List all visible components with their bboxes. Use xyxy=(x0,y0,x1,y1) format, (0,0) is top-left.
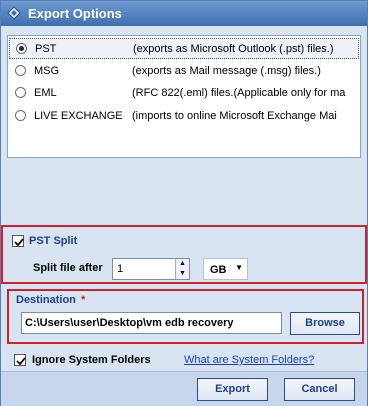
pst-split-checkbox[interactable] xyxy=(12,235,24,247)
destination-path-input[interactable]: C:\Users\user\Desktop\vm edb recovery xyxy=(21,312,282,334)
checkmark-icon xyxy=(16,357,26,366)
stepper-buttons: ▲ ▼ xyxy=(175,259,189,279)
format-option-eml[interactable]: EML (RFC 822(.eml) files.(Applicable onl… xyxy=(9,83,359,104)
radio-button[interactable] xyxy=(15,87,26,98)
format-description: (exports as Microsoft Outlook (.pst) fil… xyxy=(133,43,334,55)
ignore-system-folders-label: Ignore System Folders xyxy=(32,354,151,366)
pst-split-section: PST Split Split file after 1 ▲ ▼ GB ▼ xyxy=(1,225,367,284)
format-description: (exports as Mail message (.msg) files.) xyxy=(132,65,321,77)
format-option-live-exchange[interactable]: LIVE EXCHANGE (imports to online Microso… xyxy=(9,106,359,127)
format-description: (RFC 822(.eml) files.(Applicable only fo… xyxy=(132,87,346,99)
destination-label: Destination xyxy=(16,294,76,306)
cancel-button[interactable]: Cancel xyxy=(284,378,355,401)
format-label: MSG xyxy=(34,65,60,77)
split-size-value: 1 xyxy=(117,263,124,275)
split-size-stepper[interactable]: 1 ▲ ▼ xyxy=(112,258,190,280)
destination-section: Destination * C:\Users\user\Desktop\vm e… xyxy=(7,289,364,344)
dialog-footer: Export Cancel xyxy=(1,371,367,406)
pst-split-label: PST Split xyxy=(29,235,78,247)
format-description: (imports to online Microsoft Exchange Ma… xyxy=(132,110,337,122)
required-marker: * xyxy=(81,294,86,306)
radio-button[interactable] xyxy=(16,43,27,54)
split-unit-select[interactable]: GB ▼ xyxy=(203,258,248,280)
format-list: PST (exports as Microsoft Outlook (.pst)… xyxy=(7,35,361,158)
browse-button[interactable]: Browse xyxy=(290,312,360,335)
dialog-title: Export Options xyxy=(28,6,122,21)
format-label: LIVE EXCHANGE xyxy=(34,110,123,122)
system-folders-help-link[interactable]: What are System Folders? xyxy=(184,354,314,366)
split-unit-value: GB xyxy=(210,264,227,276)
checkmark-icon xyxy=(14,238,24,247)
radio-button[interactable] xyxy=(15,65,26,76)
chevron-down-icon: ▼ xyxy=(235,263,243,272)
format-option-pst[interactable]: PST (exports as Microsoft Outlook (.pst)… xyxy=(9,38,359,59)
export-options-dialog: Export Options PST (exports as Microsoft… xyxy=(0,0,368,406)
format-label: EML xyxy=(34,87,57,99)
stepper-down-icon[interactable]: ▼ xyxy=(176,269,189,279)
format-option-msg[interactable]: MSG (exports as Mail message (.msg) file… xyxy=(9,61,359,82)
app-logo-icon xyxy=(7,6,21,20)
export-button[interactable]: Export xyxy=(197,378,268,401)
destination-path-value: C:\Users\user\Desktop\vm edb recovery xyxy=(25,317,234,329)
split-file-after-label: Split file after xyxy=(33,262,103,274)
ignore-system-folders-checkbox[interactable] xyxy=(14,354,26,366)
title-bar: Export Options xyxy=(1,1,367,26)
radio-button[interactable] xyxy=(15,110,26,121)
format-label: PST xyxy=(35,43,57,55)
